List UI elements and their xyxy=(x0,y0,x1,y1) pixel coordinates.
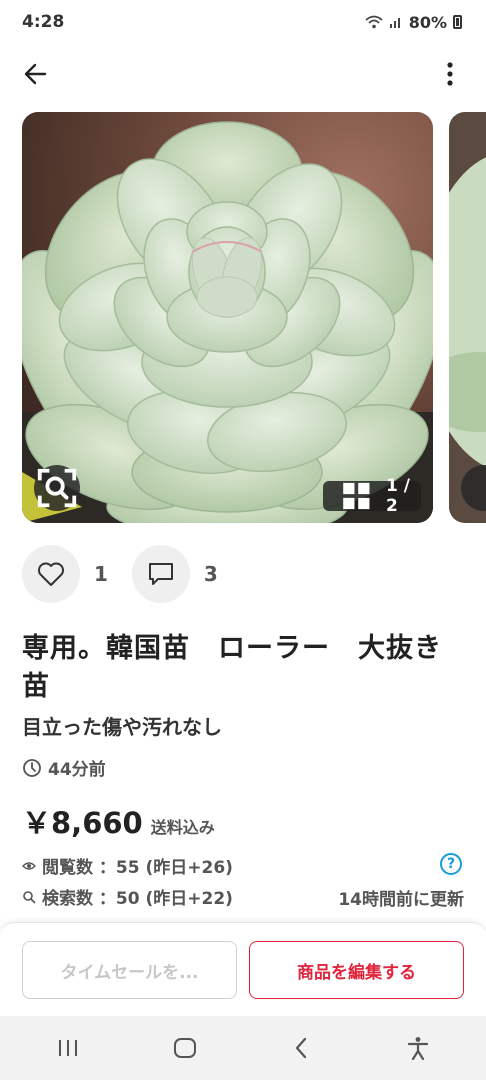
help-icon[interactable]: ? xyxy=(440,853,462,875)
image-search-icon xyxy=(37,468,77,508)
system-nav-bar xyxy=(0,1016,486,1080)
eye-icon xyxy=(22,861,36,870)
app-header xyxy=(0,48,486,100)
chevron-left-icon xyxy=(296,1037,307,1059)
comment-count: 3 xyxy=(203,562,218,586)
succulent-image xyxy=(22,112,433,523)
updated-time: 14時間前に更新 xyxy=(338,890,464,910)
edit-item-button[interactable]: 商品を編集する xyxy=(249,941,464,999)
next-product-photo[interactable] xyxy=(449,112,486,523)
like-button[interactable] xyxy=(22,545,80,603)
recent-apps-icon xyxy=(59,1040,78,1056)
views-stat: 閲覧数 ：55 (昨日+26) xyxy=(22,853,233,878)
heart-icon xyxy=(38,562,64,586)
posted-time-text: 44分前 xyxy=(48,760,106,780)
views-stat-text: 閲覧数 ：55 (昨日+26) xyxy=(42,858,233,878)
home-icon xyxy=(173,1038,196,1058)
back-nav-button[interactable] xyxy=(277,1024,325,1072)
more-vertical-icon xyxy=(447,62,453,86)
home-button[interactable] xyxy=(161,1024,209,1072)
bottom-action-panel: タイムセールを... 商品を編集する xyxy=(0,922,486,1016)
like-count: 1 xyxy=(94,562,108,586)
price-row: ￥8,660 送料込み xyxy=(22,800,215,842)
product-photo[interactable]: 1 / 2 xyxy=(22,112,433,523)
grid-icon xyxy=(343,482,370,510)
wifi-icon xyxy=(365,15,383,29)
search-icon xyxy=(23,890,36,903)
battery-icon xyxy=(453,15,462,29)
status-bar: 4:28 80% xyxy=(0,0,486,44)
accessibility-icon xyxy=(407,1037,428,1060)
search-stat-text: 検索数 ：50 (昨日+22) xyxy=(42,889,233,909)
item-title: 専用。韓国苗 ローラー 大抜き苗 xyxy=(22,633,442,702)
arrow-left-icon xyxy=(24,63,47,85)
comment-icon xyxy=(148,563,173,585)
signal-icon xyxy=(389,18,400,28)
succulent-image-next xyxy=(449,112,486,523)
status-time: 4:28 xyxy=(22,12,65,32)
image-gallery[interactable]: 1 / 2 xyxy=(0,112,486,524)
page-counter-text: 1 / 2 xyxy=(385,476,410,516)
search-stat: 検索数 ：50 (昨日+22) xyxy=(22,884,233,909)
item-condition: 目立った傷や汚れなし xyxy=(22,715,222,739)
recent-apps-button[interactable] xyxy=(44,1024,92,1072)
shipping-label: 送料込み xyxy=(150,818,215,837)
comment-button[interactable] xyxy=(131,545,190,603)
back-button[interactable] xyxy=(18,56,54,92)
accessibility-button[interactable] xyxy=(394,1024,442,1072)
clock-icon xyxy=(23,758,41,777)
image-search-button[interactable] xyxy=(34,465,80,511)
page-counter: 1 / 2 xyxy=(323,476,421,516)
battery-percent: 80% xyxy=(408,12,447,32)
status-indicators: 80% xyxy=(365,13,462,32)
posted-time: 44分前 xyxy=(22,755,106,780)
price: ￥8,660 xyxy=(22,806,143,840)
time-sale-button[interactable]: タイムセールを... xyxy=(22,941,237,999)
action-row: 1 3 xyxy=(22,545,242,603)
more-options-button[interactable] xyxy=(432,56,468,92)
